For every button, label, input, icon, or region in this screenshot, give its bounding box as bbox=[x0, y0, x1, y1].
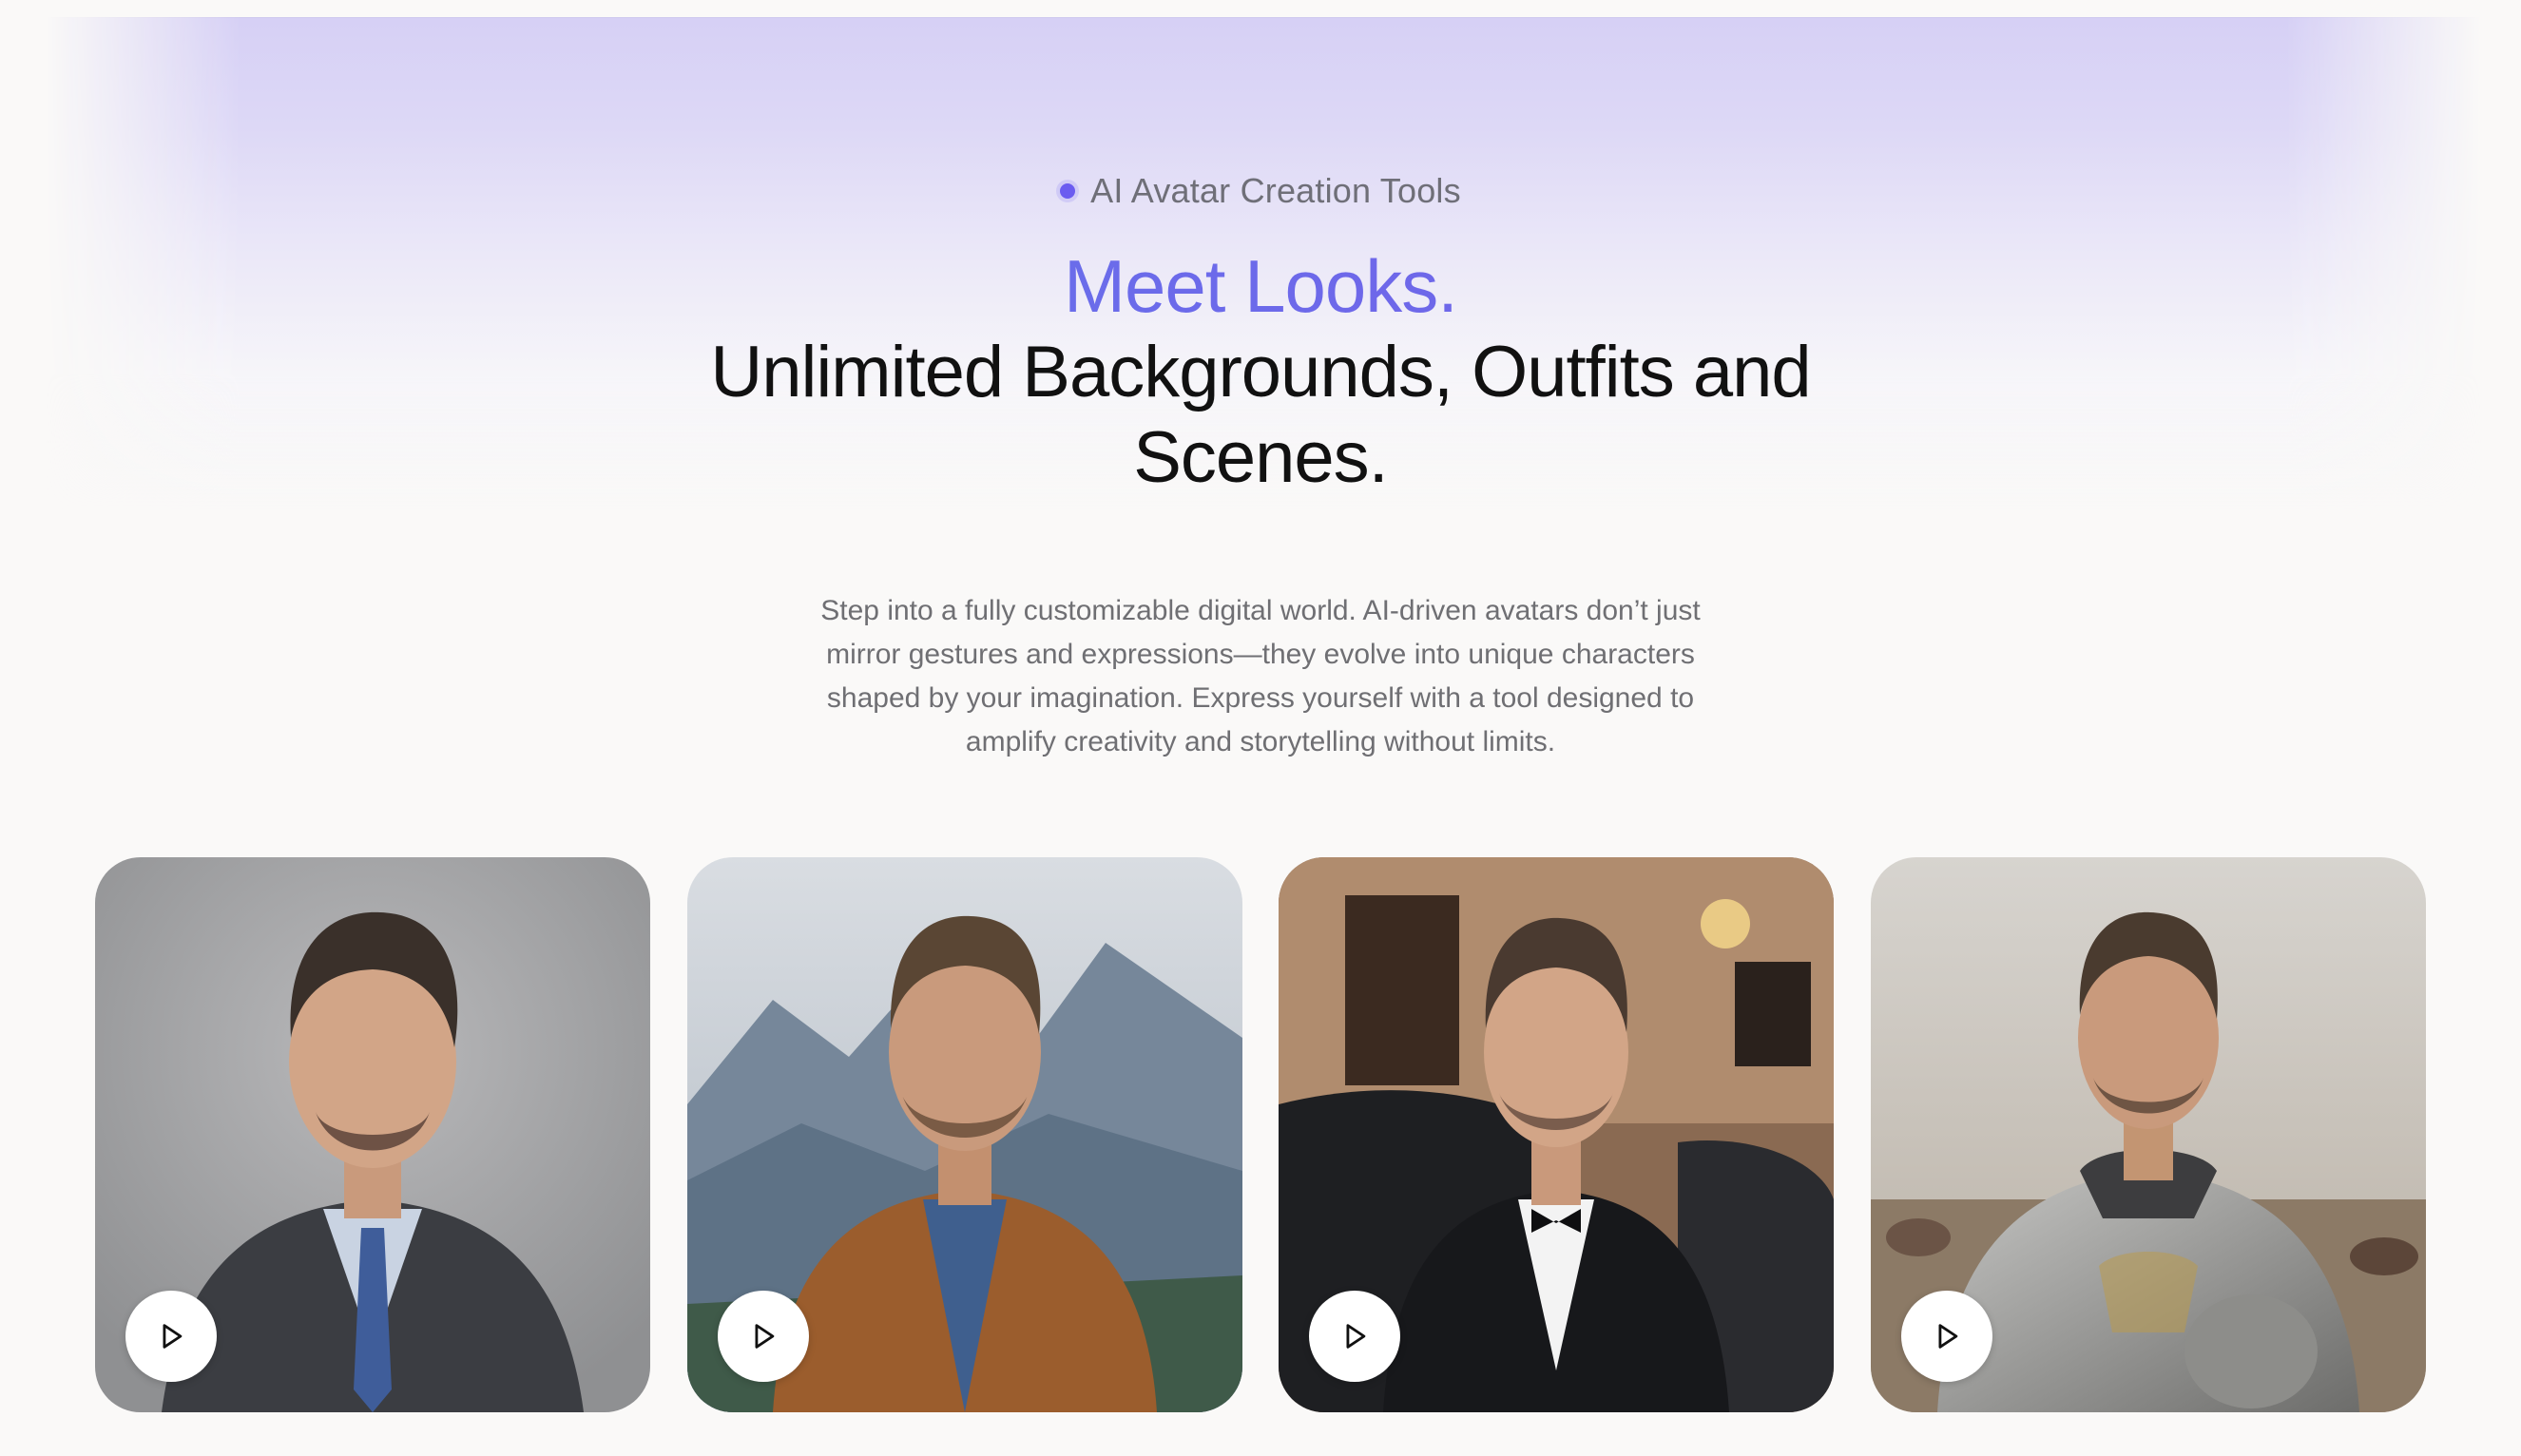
page-title: Meet Looks. Unlimited Backgrounds, Outfi… bbox=[0, 242, 2521, 501]
play-button[interactable] bbox=[125, 1291, 217, 1382]
avatar-card-mountain-jacket[interactable] bbox=[686, 857, 1242, 1412]
play-icon bbox=[1346, 1324, 1366, 1349]
status-dot bbox=[1060, 183, 1076, 199]
headline-main: Unlimited Backgrounds, Outfits and Scene… bbox=[710, 332, 1811, 498]
play-button[interactable] bbox=[1900, 1291, 1992, 1382]
play-icon bbox=[755, 1324, 774, 1349]
play-icon bbox=[163, 1324, 183, 1349]
play-button[interactable] bbox=[717, 1291, 809, 1382]
avatar-card-business-suit[interactable] bbox=[95, 857, 650, 1412]
avatar-card-knight-armor[interactable] bbox=[1870, 857, 2426, 1412]
headline-accent: Meet Looks. bbox=[0, 242, 2521, 330]
play-icon bbox=[1938, 1324, 1958, 1349]
eyebrow-label: AI Avatar Creation Tools bbox=[1090, 171, 1461, 210]
eyebrow: AI Avatar Creation Tools bbox=[0, 171, 2521, 211]
avatar-card-row bbox=[95, 857, 2426, 1412]
hero-description: Step into a fully customizable digital w… bbox=[820, 595, 1701, 757]
avatar-card-tuxedo[interactable] bbox=[1279, 857, 1835, 1412]
play-button[interactable] bbox=[1309, 1291, 1401, 1382]
